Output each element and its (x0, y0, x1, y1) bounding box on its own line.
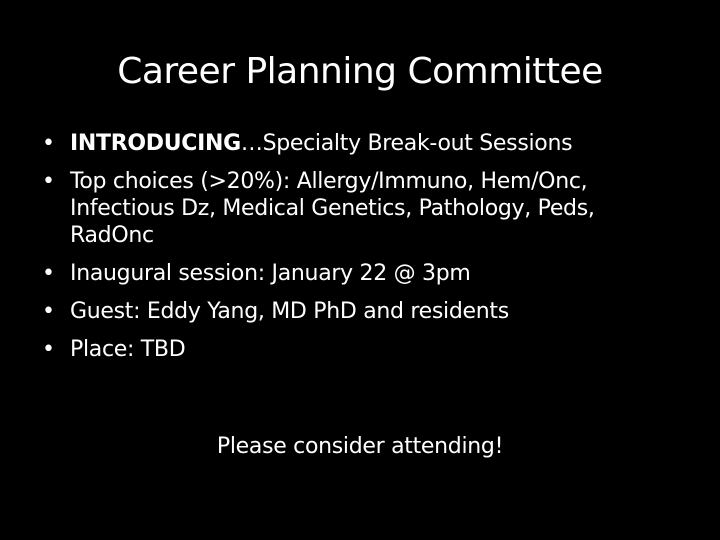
bullet-guest: • Guest: Eddy Yang, MD PhD and residents (42, 298, 682, 325)
bullet-text: Guest: Eddy Yang, MD PhD and residents (70, 299, 509, 324)
bullet-dot: • (42, 261, 55, 286)
bullet-text: Place: TBD (70, 337, 186, 362)
bullet-introducing: • INTRODUCING…Specialty Break-out Sessio… (42, 130, 682, 157)
bullet-text: Top choices (>20%): Allergy/Immuno, Hem/… (70, 169, 595, 248)
slide: Career Planning Committee • INTRODUCING…… (0, 0, 720, 540)
bullet-dot: • (42, 337, 55, 362)
closing-message: Please consider attending! (216, 434, 504, 459)
bullet-dot: • (42, 299, 55, 324)
bullet-text: …Specialty Break-out Sessions (240, 131, 573, 156)
slide-title: Career Planning Committee (117, 51, 603, 92)
bullet-place: • Place: TBD (42, 336, 682, 363)
bullet-dot: • (42, 131, 55, 156)
bullet-strong-text: INTRODUCING (70, 131, 241, 156)
bullet-text: Inaugural session: January 22 @ 3pm (70, 261, 471, 286)
bullet-dot: • (42, 169, 55, 194)
bullet-top-choices: • Top choices (>20%): Allergy/Immuno, He… (42, 168, 682, 249)
bullet-inaugural-session: • Inaugural session: January 22 @ 3pm (42, 260, 682, 287)
bullet-list: • INTRODUCING…Specialty Break-out Sessio… (42, 130, 682, 374)
